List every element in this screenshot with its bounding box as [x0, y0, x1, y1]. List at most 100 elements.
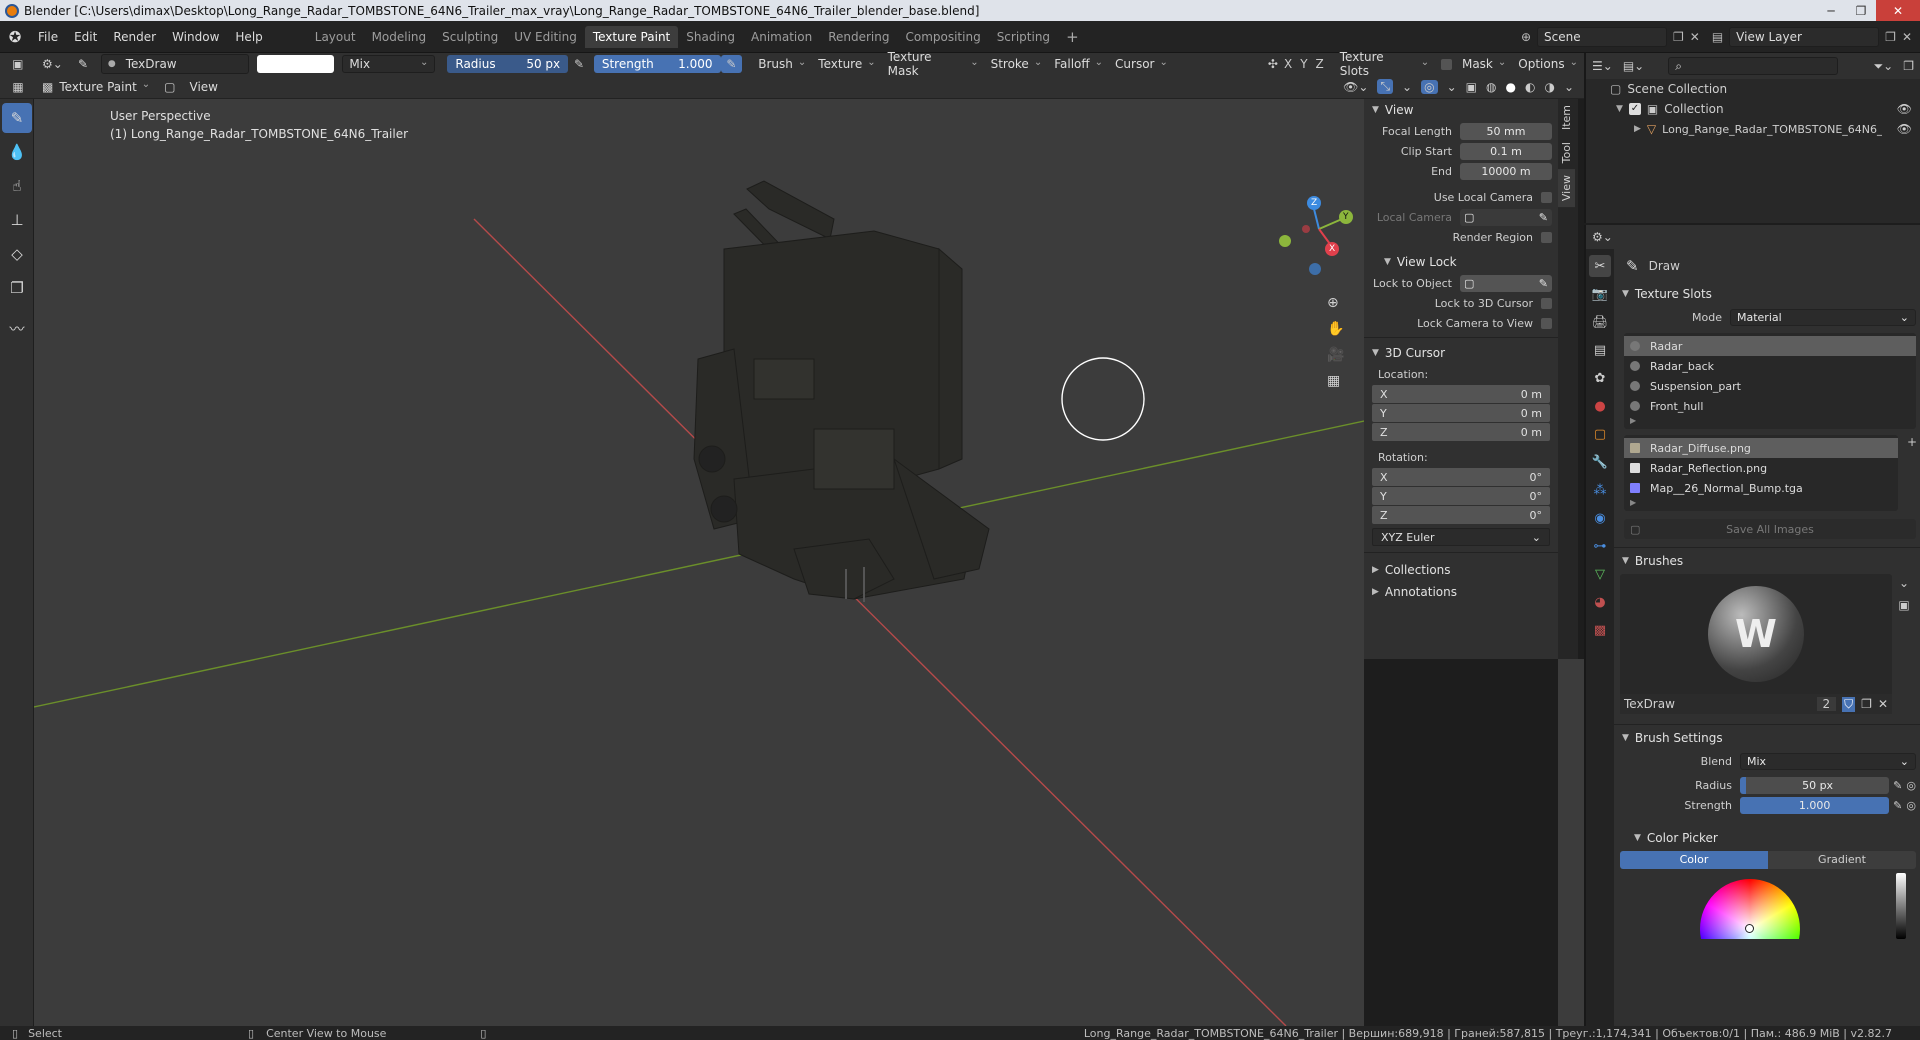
mask-menu[interactable]: Mask	[1456, 55, 1512, 73]
lock-eyedropper-icon[interactable]: ✎	[1539, 277, 1548, 290]
tool-tab-icon[interactable]: ✂	[1589, 255, 1611, 277]
texture-mask-menu[interactable]: Texture Mask	[882, 50, 985, 78]
overlay-toggle-icon[interactable]: ◎	[1421, 79, 1438, 94]
collections-section-header[interactable]: ▶ Collections	[1364, 559, 1558, 581]
minimize-icon[interactable]: ─	[1816, 0, 1846, 21]
tab-modeling[interactable]: Modeling	[364, 26, 435, 48]
tab-sculpting[interactable]: Sculpting	[434, 26, 506, 48]
new-view-layer-icon[interactable]: ❐	[1885, 30, 1896, 44]
soften-tool-icon[interactable]: 💧	[2, 137, 32, 167]
texture-slots-section-header[interactable]: ▼ Texture Slots	[1614, 283, 1920, 305]
outliner-editor-type-icon[interactable]: ☰⌄	[1592, 59, 1613, 73]
strength-unified-icon[interactable]: ◎	[1906, 799, 1916, 812]
list-item[interactable]: Radar	[1624, 336, 1916, 356]
focal-length-field[interactable]: 50 mm	[1460, 122, 1552, 140]
include-checkbox[interactable]: ✓	[1628, 103, 1641, 115]
fake-user-shield-icon[interactable]: ⛉	[1842, 696, 1856, 712]
constraints-tab-icon[interactable]: ⊶	[1589, 535, 1611, 557]
tab-layout[interactable]: Layout	[307, 26, 364, 48]
data-tab-icon[interactable]: ▽	[1589, 563, 1611, 585]
list-item[interactable]: Radar_Diffuse.png	[1624, 438, 1898, 458]
menu-file[interactable]: File	[30, 30, 66, 44]
view-menu[interactable]: View	[190, 80, 218, 94]
tool-settings-icon[interactable]: ⚙⌄	[36, 57, 70, 71]
list-expand-icon[interactable]: ▶	[1624, 498, 1898, 508]
particles-tab-icon[interactable]: ⁂	[1589, 479, 1611, 501]
texture-tab-icon[interactable]: ▩	[1589, 619, 1611, 641]
gizmo-dropdown-icon[interactable]: ⌄	[1402, 80, 1412, 94]
tab-view[interactable]: View	[1558, 169, 1575, 208]
lock-cursor-checkbox[interactable]	[1541, 297, 1552, 309]
overlay-dropdown-icon[interactable]: ⌄	[1447, 80, 1457, 94]
annotate-tool-icon[interactable]: 〰	[2, 313, 32, 343]
color-swatch[interactable]	[257, 55, 335, 73]
chevron-down-icon[interactable]: ⌄	[1899, 576, 1909, 590]
cursor-menu[interactable]: Cursor	[1109, 55, 1174, 73]
visibility-eye-icon[interactable]: 👁	[1897, 122, 1912, 136]
cursor-section-header[interactable]: ▼ 3D Cursor	[1364, 342, 1558, 364]
cursor-rotation-y[interactable]: Y 0°	[1372, 487, 1550, 505]
tab-shading[interactable]: Shading	[678, 26, 743, 48]
radius-pressure-icon[interactable]: ✎	[568, 57, 590, 71]
shading-material-icon[interactable]: ◐	[1525, 80, 1535, 94]
xray-icon[interactable]: ▣	[1466, 80, 1477, 94]
brush-datablock[interactable]: TexDraw 2 ⛉ ❐ ✕	[1620, 694, 1892, 714]
physics-tab-icon[interactable]: ◉	[1589, 507, 1611, 529]
modifier-tab-icon[interactable]: 🔧	[1589, 451, 1611, 473]
menu-help[interactable]: Help	[227, 30, 270, 44]
duplicate-brush-icon[interactable]: ❐	[1861, 697, 1872, 711]
annotations-section-header[interactable]: ▶ Annotations	[1364, 581, 1558, 603]
new-collection-icon[interactable]: ❐	[1903, 59, 1914, 73]
radius-slider[interactable]: Radius 50 px	[447, 55, 569, 73]
lock-object-field[interactable]: ▢ ✎	[1460, 274, 1552, 292]
outliner-row-object[interactable]: ▶ ▽ Long_Range_Radar_TOMBSTONE_64N6_Trai…	[1586, 119, 1920, 139]
list-item[interactable]: Radar_Reflection.png	[1624, 458, 1898, 478]
cursor-rotation-x[interactable]: X 0°	[1372, 468, 1550, 486]
pan-hand-icon[interactable]: ✋	[1327, 321, 1344, 337]
object-tab-icon[interactable]: ▢	[1589, 423, 1611, 445]
cursor-location-y[interactable]: Y 0 m	[1372, 404, 1550, 422]
view-layer-browse-icon[interactable]: ▤	[1712, 30, 1723, 44]
view-lock-header[interactable]: ▼ View Lock	[1364, 251, 1558, 273]
menu-render[interactable]: Render	[105, 30, 164, 44]
delete-view-layer-icon[interactable]: ✕	[1902, 30, 1912, 44]
strength-field[interactable]: 1.000	[1740, 796, 1890, 814]
list-item[interactable]: Radar_back	[1624, 356, 1916, 376]
blend-dropdown-panel[interactable]: Mix ⌄	[1740, 752, 1916, 770]
fill-tool-icon[interactable]: ◇	[2, 239, 32, 269]
maximize-icon[interactable]: ❐	[1846, 0, 1876, 21]
ortho-grid-icon[interactable]: ▦	[1327, 373, 1344, 389]
mode-dropdown[interactable]: Material ⌄	[1730, 308, 1916, 326]
brush-menu[interactable]: Brush	[752, 55, 812, 73]
render-tab-icon[interactable]: 📷	[1589, 283, 1611, 305]
brush-preview[interactable]: W TexDraw 2 ⛉ ❐ ✕	[1620, 574, 1892, 714]
brush-settings-section-header[interactable]: ▼ Brush Settings	[1614, 727, 1920, 749]
tab-texture-paint[interactable]: Texture Paint	[584, 25, 679, 48]
mask-tool-icon[interactable]: ❐	[2, 273, 32, 303]
tab-uv-editing[interactable]: UV Editing	[506, 26, 585, 48]
list-item[interactable]: Front_hull	[1624, 396, 1916, 416]
color-picker-section-header[interactable]: ▼ Color Picker	[1614, 827, 1920, 849]
tab-color[interactable]: Color	[1620, 851, 1768, 869]
list-item[interactable]: Suspension_part	[1624, 376, 1916, 396]
new-scene-icon[interactable]: ❐	[1673, 30, 1684, 44]
use-local-camera-checkbox[interactable]	[1541, 191, 1552, 203]
radius-field[interactable]: 50 px	[1740, 776, 1890, 794]
shading-dropdown-icon[interactable]: ⌄	[1564, 80, 1574, 94]
add-slot-icon[interactable]: +	[1902, 435, 1920, 511]
clip-end-field[interactable]: 10000 m	[1460, 162, 1552, 180]
scene-browse-icon[interactable]: ⊕	[1521, 30, 1531, 44]
view-layer-tab-icon[interactable]: ▤	[1589, 339, 1611, 361]
texture-slots-menu[interactable]: Texture Slots	[1334, 50, 1435, 78]
tab-animation[interactable]: Animation	[743, 26, 820, 48]
gizmo-toggle-icon[interactable]: ⤡	[1377, 79, 1394, 94]
blender-menu-icon[interactable]: ✪	[0, 28, 30, 46]
scene-tab-icon[interactable]: ✿	[1589, 367, 1611, 389]
menu-window[interactable]: Window	[164, 30, 227, 44]
local-camera-field[interactable]: ▢ ✎	[1460, 208, 1552, 226]
tab-rendering[interactable]: Rendering	[820, 26, 897, 48]
options-menu[interactable]: Options	[1512, 55, 1584, 73]
list-expand-icon[interactable]: ▶	[1624, 416, 1916, 426]
add-workspace-icon[interactable]: +	[1058, 28, 1087, 46]
smear-tool-icon[interactable]: ☝	[2, 171, 32, 201]
